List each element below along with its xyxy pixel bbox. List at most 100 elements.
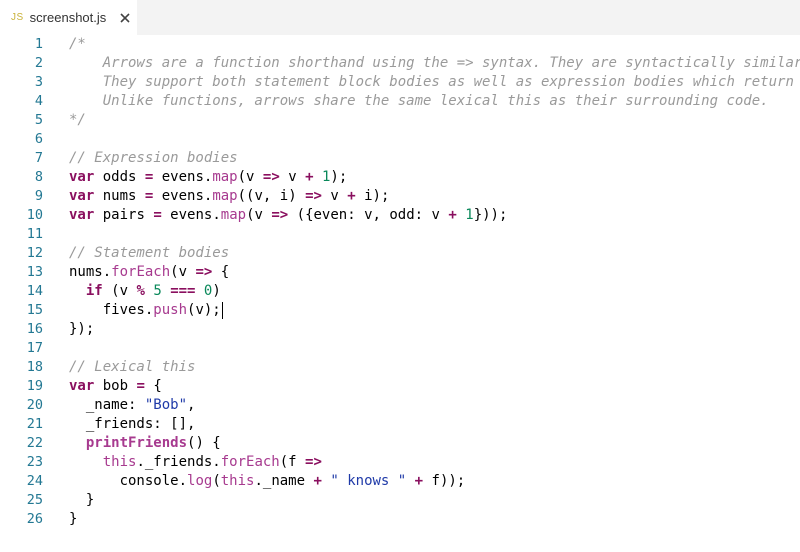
comment-token: // Lexical this	[69, 359, 196, 375]
code-token: v	[321, 188, 348, 204]
line-number: 22	[26, 435, 43, 451]
code-line[interactable]: 13 nums.forEach(v => {	[0, 263, 800, 282]
code-line[interactable]: 17	[0, 339, 800, 358]
code-text: // Expression bodies	[69, 149, 238, 168]
comment-token: */	[69, 112, 86, 128]
code-text: var odds = evens.map(v => v + 1);	[69, 168, 347, 187]
code-token: nums	[94, 188, 145, 204]
line-number: 21	[26, 416, 43, 432]
code-line[interactable]: 24 console.log(this._name + " knows " + …	[0, 472, 800, 491]
code-line[interactable]: 6	[0, 130, 800, 149]
code-token: fives.	[69, 302, 154, 318]
code-line[interactable]: 26}	[0, 510, 800, 529]
code-line[interactable]: 7 // Expression bodies	[0, 149, 800, 168]
keyword-token: =>	[305, 454, 322, 470]
code-line[interactable]: 8 var odds = evens.map(v => v + 1);	[0, 168, 800, 187]
line-number: 15	[26, 302, 43, 318]
code-token: ._friends.	[136, 454, 221, 470]
code-text: }	[69, 491, 94, 510]
code-line[interactable]: 12 // Statement bodies	[0, 244, 800, 263]
line-number: 9	[34, 188, 43, 204]
code-line[interactable]: 22 printFriends() {	[0, 434, 800, 453]
code-line[interactable]: 18 // Lexical this	[0, 358, 800, 377]
code-line[interactable]: 2 Arrows are a function shorthand using …	[0, 54, 800, 73]
code-text: fives.push(v);	[69, 301, 221, 320]
code-token: nums.	[69, 264, 112, 280]
line-number: 24	[26, 473, 43, 489]
function-name-token: printFriends	[85, 435, 188, 451]
code-line[interactable]: 1 /*	[0, 35, 800, 54]
code-line[interactable]: 14 if (v % 5 === 0)	[0, 282, 800, 301]
code-token: v	[279, 169, 306, 185]
code-token: odds	[94, 169, 145, 185]
line-number: 1	[34, 36, 43, 52]
code-line[interactable]: 25 }	[0, 491, 800, 510]
code-text: Arrows are a function shorthand using th…	[69, 54, 800, 73]
code-token: (	[212, 473, 221, 489]
keyword-token: var	[69, 188, 95, 204]
code-text: Unlike functions, arrows share the same …	[69, 92, 769, 111]
line-number: 5	[34, 112, 43, 128]
line-number: 16	[26, 321, 43, 337]
code-line[interactable]: 10 var pairs = evens.map(v => ({even: v, …	[0, 206, 800, 225]
method-token: forEach	[220, 454, 280, 470]
code-text: // Lexical this	[69, 358, 195, 377]
code-line[interactable]: 16});	[0, 320, 800, 339]
number-token: 1	[465, 207, 474, 223]
line-number: 12	[26, 245, 43, 261]
line-number: 26	[26, 511, 43, 527]
code-line[interactable]: 9 var nums = evens.map((v, i) => v + i);	[0, 187, 800, 206]
code-text: this._friends.forEach(f =>	[69, 453, 322, 472]
keyword-token: if	[85, 283, 103, 299]
line-number: 20	[26, 397, 43, 413]
line-number: 7	[34, 150, 43, 166]
code-token: i);	[355, 188, 390, 204]
line-number: 23	[26, 454, 43, 470]
tab-screenshot-js[interactable]: JS screenshot.js	[0, 0, 137, 35]
keyword-token: +	[448, 207, 457, 223]
keyword-token: =>	[305, 188, 322, 204]
code-token: );	[330, 169, 348, 185]
code-token: () {	[187, 435, 221, 451]
code-line[interactable]: 20 _name: "Bob",	[0, 396, 800, 415]
code-text: var pairs = evens.map(v => ({even: v, od…	[69, 206, 507, 225]
code-line[interactable]: 15 fives.push(v);	[0, 301, 800, 320]
code-text: /*	[69, 35, 86, 54]
line-number: 17	[26, 340, 43, 356]
code-line[interactable]: 23 this._friends.forEach(f =>	[0, 453, 800, 472]
code-line[interactable]: 4 Unlike functions, arrows share the sam…	[0, 92, 800, 111]
method-token: map	[212, 169, 238, 185]
line-number: 11	[26, 226, 43, 242]
code-line[interactable]: 19 var bob = {	[0, 377, 800, 396]
code-token: {	[212, 264, 230, 280]
close-icon[interactable]	[118, 11, 132, 25]
line-number: 25	[26, 492, 43, 508]
line-number: 14	[26, 283, 43, 299]
keyword-token: +	[414, 473, 424, 489]
line-number: 4	[34, 93, 43, 109]
line-number: 2	[34, 55, 43, 71]
code-editor[interactable]: 1 /* 2 Arrows are a function shorthand usi…	[0, 35, 800, 552]
code-token: });	[69, 321, 95, 337]
line-number: 10	[26, 207, 43, 223]
keyword-token: =>	[262, 169, 280, 185]
code-token: {	[144, 378, 162, 394]
code-token: pairs	[94, 207, 154, 223]
code-token: }	[69, 492, 95, 508]
keyword-token: %	[136, 283, 145, 299]
code-line[interactable]: 21 _friends: [],	[0, 415, 800, 434]
keyword-token: =	[153, 207, 162, 223]
code-line[interactable]: 5 */	[0, 111, 800, 130]
code-line[interactable]: 11	[0, 225, 800, 244]
code-line[interactable]: 3 They support both statement block bodi…	[0, 73, 800, 92]
keyword-token: var	[69, 378, 95, 394]
code-token: (f	[279, 454, 306, 470]
keyword-token: +	[347, 188, 356, 204]
